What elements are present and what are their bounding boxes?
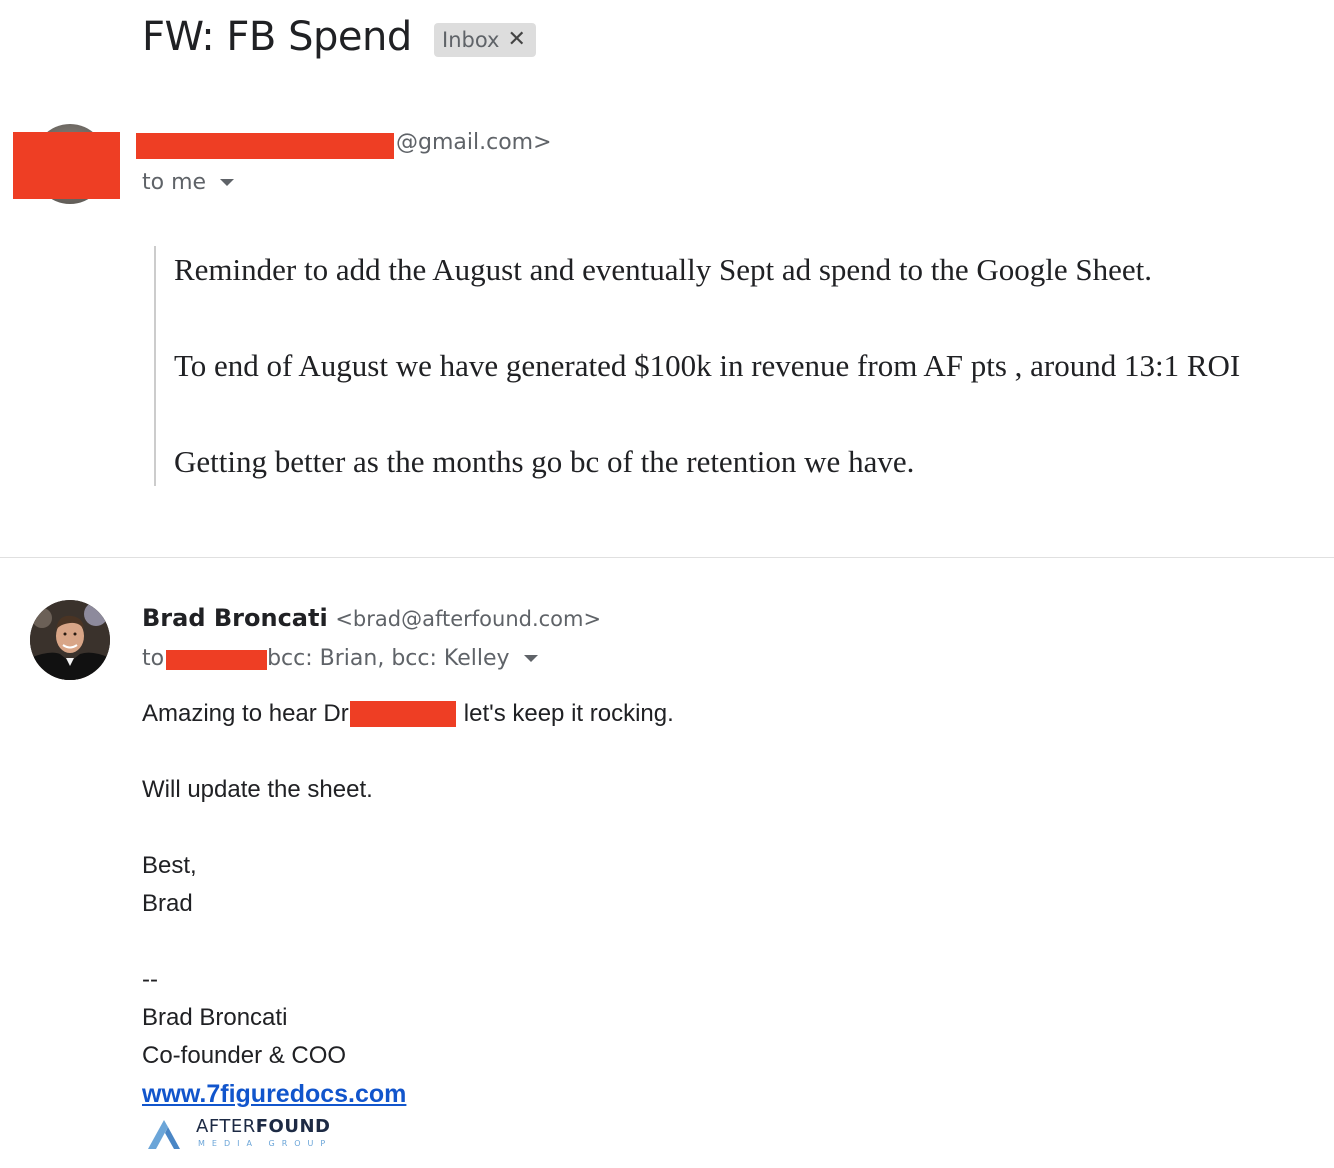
- recipients-text: to me: [142, 170, 207, 195]
- quoted-paragraph: Reminder to add the August and eventuall…: [174, 252, 1153, 287]
- sender-name[interactable]: Brad Broncati: [142, 604, 328, 632]
- signature-title: Co-founder & COO: [142, 1042, 347, 1069]
- triangle-logo-icon: [148, 1120, 180, 1149]
- quoted-message-body: Reminder to add the August and eventuall…: [154, 246, 1316, 486]
- logo-subtext: MEDIA GROUP: [198, 1139, 333, 1148]
- afterfound-logo: AFTERFOUND MEDIA GROUP: [146, 1114, 346, 1154]
- message-text: let's keep it rocking.: [463, 700, 674, 727]
- inbox-label-chip[interactable]: Inbox ✕: [434, 23, 536, 57]
- message-divider: [0, 557, 1334, 558]
- recipients-prefix: to: [142, 646, 165, 671]
- quoted-paragraph: To end of August we have generated $100k…: [174, 348, 1241, 383]
- redaction-box: [349, 701, 456, 727]
- message-line: Amazing to hear Dr let's keep it rocking…: [142, 700, 674, 728]
- recipient-details-toggle[interactable]: to bcc: Brian, bcc: Kelley: [142, 646, 538, 671]
- label-chip-text: Inbox: [442, 28, 500, 52]
- sender-line: Brad Broncati <brad@afterfound.com>: [142, 604, 601, 632]
- email-subject: FW: FB Spend: [142, 14, 412, 60]
- redaction-box: [13, 132, 120, 199]
- recipients-text: bcc: Brian, bcc: Kelley: [267, 646, 510, 671]
- message-sign-name: Brad: [142, 890, 193, 917]
- redaction-box: [136, 133, 394, 159]
- close-icon[interactable]: ✕: [507, 29, 525, 51]
- recipient-details-toggle[interactable]: to me: [142, 170, 235, 195]
- chevron-down-icon[interactable]: [523, 655, 538, 662]
- profile-photo-icon: [30, 600, 110, 680]
- logo-text: AFTERFOUND: [196, 1116, 331, 1137]
- sender-email[interactable]: @gmail.com>: [396, 130, 552, 155]
- message-closing: Best,: [142, 852, 197, 879]
- chevron-down-icon[interactable]: [220, 179, 235, 186]
- sender-avatar[interactable]: [30, 600, 110, 680]
- redaction-box: [166, 649, 268, 670]
- sender-email[interactable]: <brad@afterfound.com>: [335, 607, 601, 631]
- signature-name: Brad Broncati: [142, 1004, 288, 1031]
- signature-separator: --: [142, 966, 158, 993]
- email-thread-view: FW: FB Spend Inbox ✕ @gmail.com> to me R…: [0, 0, 1334, 1168]
- signature-website-link[interactable]: www.7figuredocs.com: [142, 1080, 406, 1109]
- quoted-paragraph: Getting better as the months go bc of th…: [174, 444, 915, 479]
- message-line: Will update the sheet.: [142, 776, 373, 803]
- message-text: Amazing to hear Dr: [142, 700, 349, 727]
